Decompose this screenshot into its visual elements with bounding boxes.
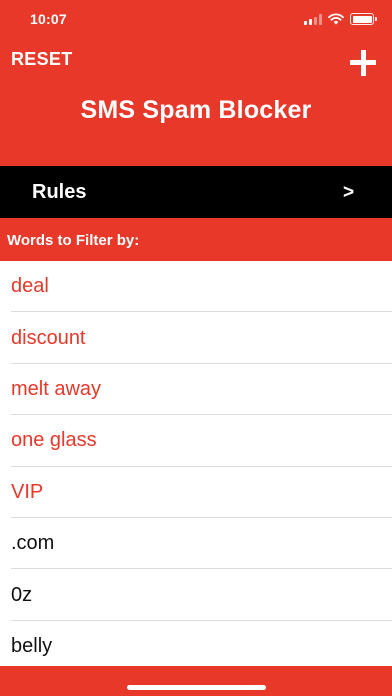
- list-item[interactable]: 0z: [0, 569, 392, 622]
- app-screen: 10:07 RESET SMS Spam Blocker Rules > Wor…: [0, 0, 392, 696]
- status-time: 10:07: [30, 11, 67, 27]
- word-text: deal: [11, 275, 49, 298]
- word-text: belly: [11, 634, 53, 657]
- word-text: one glass: [11, 429, 97, 452]
- section-header: Words to Filter by:: [7, 232, 140, 249]
- filter-word-list[interactable]: deal discount melt away one glass VIP .c…: [0, 261, 392, 666]
- list-item[interactable]: belly: [0, 621, 392, 666]
- list-item[interactable]: VIP: [0, 467, 392, 519]
- cellular-signal-icon: [304, 13, 322, 25]
- battery-icon: [350, 13, 377, 25]
- list-item[interactable]: .com: [0, 518, 392, 570]
- rules-nav-row[interactable]: Rules >: [0, 166, 392, 218]
- page-title: SMS Spam Blocker: [80, 96, 312, 124]
- status-bar: 10:07: [0, 0, 392, 40]
- status-icons: [304, 12, 377, 26]
- rules-label: Rules: [32, 181, 87, 203]
- wifi-icon: [328, 13, 344, 25]
- word-text: discount: [11, 326, 86, 349]
- home-indicator[interactable]: [127, 685, 266, 690]
- list-item[interactable]: discount: [0, 312, 392, 365]
- word-text: VIP: [11, 480, 44, 503]
- list-item[interactable]: deal: [0, 261, 392, 313]
- list-item[interactable]: one glass: [0, 415, 392, 467]
- list-item[interactable]: melt away: [0, 364, 392, 416]
- word-text: melt away: [11, 377, 102, 400]
- reset-button[interactable]: RESET: [11, 49, 73, 70]
- chevron-right-icon: >: [343, 182, 355, 203]
- add-button[interactable]: [348, 50, 378, 76]
- word-text: 0z: [11, 583, 33, 606]
- word-text: .com: [11, 532, 55, 555]
